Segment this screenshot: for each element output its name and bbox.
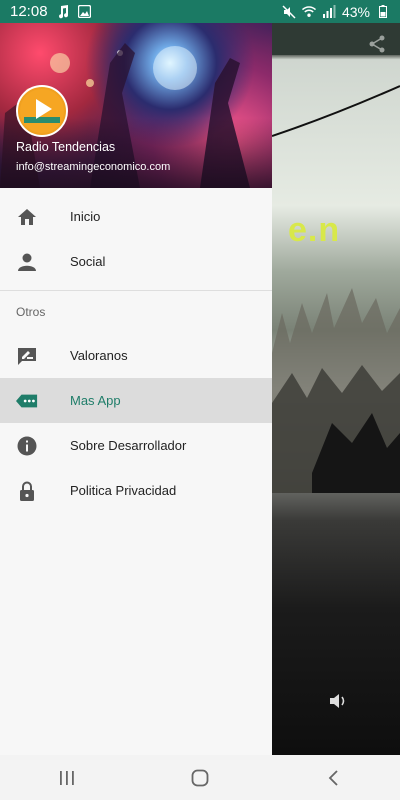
volume-icon[interactable]: [328, 692, 348, 715]
home-circle-icon: [191, 769, 209, 786]
background-cable: [272, 85, 400, 137]
back-button[interactable]: [303, 755, 363, 800]
background-app-content: e.n: [272, 23, 400, 755]
menu-item-politica-privacidad[interactable]: Politica Privacidad: [0, 468, 272, 513]
person-icon: [16, 251, 38, 273]
menu-item-label: Sobre Desarrollador: [70, 438, 187, 453]
background-text-fragment: e.n: [288, 211, 341, 249]
signal-icon: [322, 5, 336, 19]
menu-item-label: Politica Privacidad: [70, 483, 177, 498]
drawer-menu: Inicio Social Otros Valoranos Mas App So…: [0, 188, 272, 513]
menu-item-label: Mas App: [70, 393, 121, 408]
app-logo: [16, 85, 68, 137]
image-icon: [78, 5, 92, 19]
more-apps-icon: [16, 390, 38, 412]
menu-item-label: Valoranos: [70, 348, 128, 363]
home-icon: [16, 206, 38, 228]
mute-icon: [282, 4, 296, 19]
battery-percent: 43%: [341, 3, 370, 20]
share-icon: [368, 35, 386, 58]
menu-item-label: Inicio: [70, 209, 101, 224]
home-button[interactable]: [170, 755, 230, 800]
menu-item-mas-app[interactable]: Mas App: [0, 378, 272, 423]
menu-item-valoranos[interactable]: Valoranos: [0, 333, 272, 378]
back-chevron-icon: [329, 769, 338, 786]
contact-email: info@streamingeconomico.com: [16, 161, 171, 173]
music-note-icon: [56, 4, 70, 19]
menu-item-social[interactable]: Social: [0, 239, 272, 284]
menu-item-sobre-desarrollador[interactable]: Sobre Desarrollador: [0, 423, 272, 468]
info-icon: [16, 435, 38, 457]
status-time: 12:08: [10, 3, 48, 20]
lock-icon: [16, 480, 38, 502]
navigation-drawer: Radio Tendencias info@streamingeconomico…: [0, 23, 272, 755]
recent-apps-button[interactable]: [37, 755, 97, 800]
battery-icon: [376, 5, 390, 19]
recent-apps-icon: [59, 770, 74, 785]
status-bar: 12:08 43%: [0, 0, 400, 23]
section-header-otros: Otros: [16, 305, 46, 319]
rate-review-icon: [16, 345, 38, 367]
background-crowd: [272, 288, 400, 493]
drawer-header: Radio Tendencias info@streamingeconomico…: [0, 23, 272, 188]
menu-item-label: Social: [70, 254, 106, 269]
app-title: Radio Tendencias: [16, 140, 116, 154]
menu-item-inicio[interactable]: Inicio: [0, 194, 272, 239]
wifi-icon: [301, 5, 316, 19]
system-navigation-bar: [0, 755, 400, 800]
